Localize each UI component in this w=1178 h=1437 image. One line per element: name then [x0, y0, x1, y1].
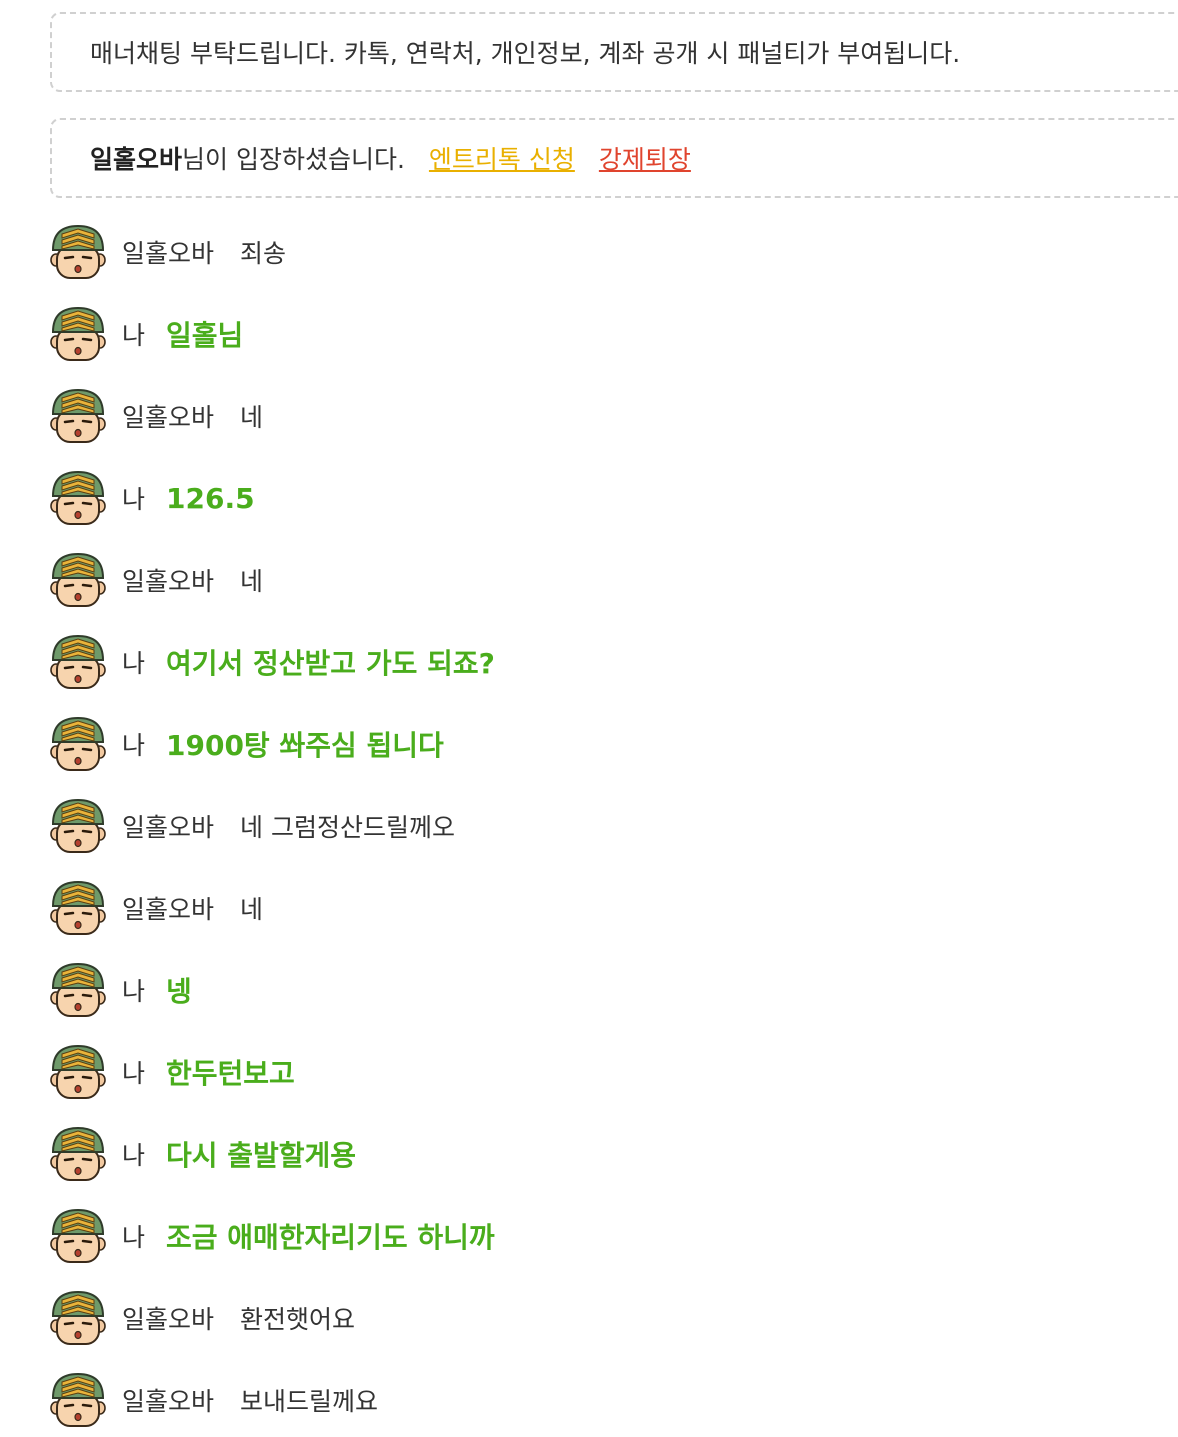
chat-message-row: 나 일홀님: [48, 304, 243, 364]
message-text: 한두턴보고: [166, 1057, 295, 1090]
chat-message-row: 일홀오바 네 그럼정산드릴께오: [48, 796, 455, 856]
message-text: 조금 애매한자리기도 하니까: [166, 1221, 495, 1254]
soldier-avatar-icon[interactable]: [48, 878, 108, 938]
soldier-avatar-icon[interactable]: [48, 960, 108, 1020]
chat-message-row: 일홀오바 환전햇어요: [48, 1288, 355, 1348]
message-sender: 일홀오바: [122, 895, 215, 924]
message-sender: 일홀오바: [122, 1387, 215, 1416]
chat-rules-text: 매너채팅 부탁드립니다. 카톡, 연락처, 개인정보, 계좌 공개 시 패널티가…: [90, 39, 961, 68]
message-text: 네: [240, 895, 264, 924]
message-sender: 나: [122, 1059, 146, 1088]
message-text: 네: [240, 567, 264, 596]
message-text: 죄송: [240, 239, 287, 268]
chat-message-row: 나 한두턴보고: [48, 1042, 295, 1102]
message-sender: 나: [122, 731, 146, 760]
soldier-avatar-icon[interactable]: [48, 222, 108, 282]
chat-message-row: 나 다시 출발할게용: [48, 1124, 356, 1184]
soldier-avatar-icon[interactable]: [48, 1206, 108, 1266]
soldier-avatar-icon[interactable]: [48, 386, 108, 446]
message-text: 환전햇어요: [240, 1305, 356, 1334]
chat-message-row: 일홀오바 보내드릴께요: [48, 1370, 378, 1430]
soldier-avatar-icon[interactable]: [48, 632, 108, 692]
chat-message-row: 나넹: [48, 960, 192, 1020]
message-sender: 나: [122, 485, 146, 514]
message-text: 네 그럼정산드릴께오: [240, 813, 455, 842]
chat-message-row: 나 여기서 정산받고 가도 되죠?: [48, 632, 495, 692]
soldier-avatar-icon[interactable]: [48, 714, 108, 774]
chat-message-row: 일홀오바 죄송: [48, 222, 286, 282]
soldier-avatar-icon[interactable]: [48, 1370, 108, 1430]
entry-user-name: 일홀오바: [90, 145, 183, 174]
chat-rules-notice: 매너채팅 부탁드립니다. 카톡, 연락처, 개인정보, 계좌 공개 시 패널티가…: [50, 12, 1178, 92]
message-sender: 나: [122, 321, 146, 350]
message-sender: 나: [122, 1223, 146, 1252]
message-text: 1900탕 쏴주심 됩니다: [166, 729, 444, 762]
chat-message-row: 나 1900탕 쏴주심 됩니다: [48, 714, 444, 774]
soldier-avatar-icon[interactable]: [48, 468, 108, 528]
chat-message-row: 일홀오바 네: [48, 550, 263, 610]
message-sender: 나: [122, 977, 146, 1006]
entry-ticket-link[interactable]: 엔트리톡 신청: [429, 140, 575, 176]
entry-notice: 일홀오바 님이 입장하셨습니다. 엔트리톡 신청 강제퇴장: [50, 118, 1178, 198]
message-text: 126.5: [166, 481, 255, 515]
chat-message-row: 나 126.5: [48, 468, 255, 528]
message-text: 일홀님: [166, 319, 244, 352]
message-text: 보내드릴께요: [240, 1387, 379, 1416]
soldier-avatar-icon[interactable]: [48, 796, 108, 856]
message-text: 여기서 정산받고 가도 되죠?: [166, 647, 495, 680]
message-sender: 일홀오바: [122, 1305, 215, 1334]
message-text: 넹: [166, 975, 192, 1008]
message-sender: 일홀오바: [122, 239, 215, 268]
chat-message-row: 일홀오바 네: [48, 878, 263, 938]
soldier-avatar-icon[interactable]: [48, 304, 108, 364]
message-sender: 일홀오바: [122, 567, 215, 596]
chat-message-row: 일홀오바 네: [48, 386, 263, 446]
kick-user-link[interactable]: 강제퇴장: [599, 140, 691, 176]
message-sender: 나: [122, 649, 146, 678]
soldier-avatar-icon[interactable]: [48, 1124, 108, 1184]
message-text: 다시 출발할게용: [166, 1139, 357, 1172]
entry-notice-text: 님이 입장하셨습니다.: [182, 145, 405, 174]
message-text: 네: [240, 403, 264, 432]
soldier-avatar-icon[interactable]: [48, 1042, 108, 1102]
message-sender: 일홀오바: [122, 813, 215, 842]
soldier-avatar-icon[interactable]: [48, 550, 108, 610]
chat-message-row: 나 조금 애매한자리기도 하니까: [48, 1206, 495, 1266]
message-sender: 나: [122, 1141, 146, 1170]
message-sender: 일홀오바: [122, 403, 215, 432]
soldier-avatar-icon[interactable]: [48, 1288, 108, 1348]
